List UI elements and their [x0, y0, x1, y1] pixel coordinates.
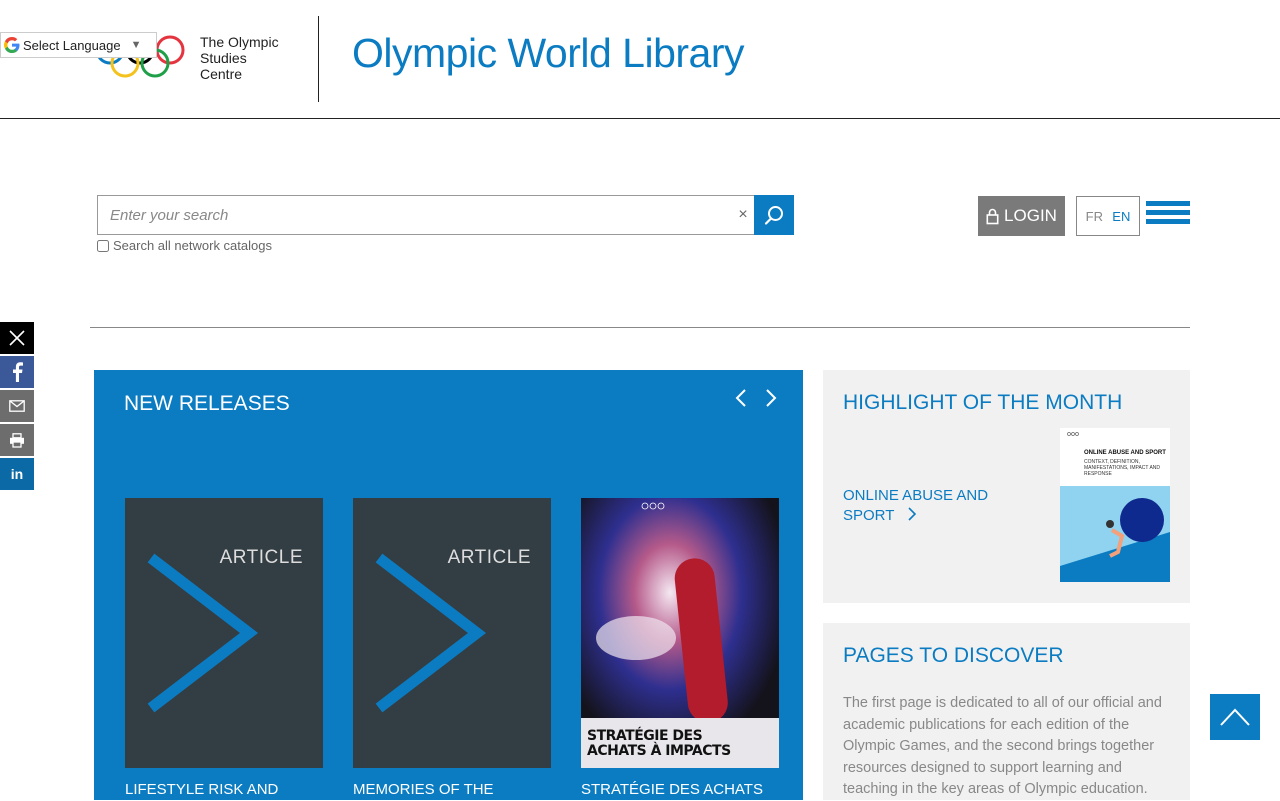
- chevron-right-icon: [908, 507, 917, 521]
- lang-fr-link[interactable]: FR: [1086, 209, 1103, 224]
- menu-icon[interactable]: [1146, 201, 1190, 229]
- highlight-panel: HIGHLIGHT OF THE MONTH ONLINE ABUSE AND …: [823, 370, 1190, 603]
- pages-to-discover-panel: PAGES TO DISCOVER The first page is dedi…: [823, 623, 1190, 800]
- chevron-left-icon[interactable]: [734, 388, 748, 408]
- release-card[interactable]: ARTICLE LIFESTYLE RISK AND: [125, 498, 323, 798]
- clear-search-button[interactable]: ×: [736, 206, 750, 224]
- site-header: The Olympic Studies Centre Olympic World…: [0, 0, 1280, 119]
- release-type: ARTICLE: [219, 547, 303, 568]
- release-cover[interactable]: ARTICLE: [125, 498, 323, 768]
- osc-name-line: Studies: [200, 50, 247, 66]
- release-cover[interactable]: ARTICLE: [353, 498, 551, 768]
- translate-select[interactable]: Select Language ▼: [0, 32, 157, 58]
- share-linkedin-button[interactable]: in: [0, 458, 34, 490]
- highlight-cover-subtitle: CONTEXT, DEFINITION, MANIFESTATIONS, IMP…: [1084, 459, 1161, 477]
- chevron-right-icon[interactable]: [764, 388, 778, 408]
- arrow-up-icon: [1220, 708, 1250, 726]
- network-search-checkbox[interactable]: [97, 239, 109, 252]
- mail-icon: [9, 400, 25, 412]
- login-label: LOGIN: [1004, 206, 1057, 225]
- facebook-icon: [13, 362, 23, 382]
- new-releases-title: NEW RELEASES: [124, 392, 290, 415]
- osc-name: The Olympic Studies Centre: [200, 34, 279, 82]
- dropdown-arrow-icon: ▼: [130, 39, 142, 51]
- lock-icon: [986, 208, 999, 224]
- site-title[interactable]: Olympic World Library: [352, 30, 745, 77]
- release-card[interactable]: ARTICLE MEMORIES OF THE: [353, 498, 551, 798]
- pages-title: PAGES TO DISCOVER: [843, 644, 1064, 667]
- share-facebook-button[interactable]: [0, 356, 34, 388]
- book-cover-title: STRATÉGIE DES ACHATS À IMPACTS: [587, 728, 731, 759]
- search-icon: [764, 206, 783, 225]
- share-x-button[interactable]: [0, 322, 34, 354]
- translate-label: Select Language: [23, 37, 121, 53]
- google-icon: [1, 37, 23, 53]
- language-switcher: FR EN: [1076, 196, 1140, 236]
- release-cover[interactable]: STRATÉGIE DES ACHATS À IMPACTS: [581, 498, 779, 768]
- login-button[interactable]: LOGIN: [978, 196, 1065, 236]
- network-search-option[interactable]: Search all network catalogs: [97, 238, 272, 253]
- chevron-right-icon: [147, 553, 259, 713]
- print-icon: [10, 432, 24, 448]
- release-title[interactable]: STRATÉGIE DES ACHATS: [581, 781, 763, 798]
- lang-en-link[interactable]: EN: [1112, 209, 1130, 224]
- release-title[interactable]: LIFESTYLE RISK AND: [125, 781, 278, 798]
- chevron-right-icon: [375, 553, 487, 713]
- osc-name-line: The Olympic: [200, 34, 279, 50]
- header-divider: [318, 16, 319, 102]
- print-button[interactable]: [0, 424, 34, 456]
- section-divider: [90, 327, 1190, 328]
- release-card[interactable]: STRATÉGIE DES ACHATS À IMPACTS STRATÉGIE…: [581, 498, 779, 798]
- highlight-cover-title: ONLINE ABUSE AND SPORT: [1084, 450, 1166, 456]
- search-button[interactable]: [754, 195, 794, 235]
- release-type: ARTICLE: [447, 547, 531, 568]
- search-input[interactable]: [98, 196, 738, 234]
- osc-name-line: Centre: [200, 66, 243, 82]
- highlight-title: HIGHLIGHT OF THE MONTH: [843, 391, 1123, 414]
- highlight-link[interactable]: ONLINE ABUSE AND SPORT: [843, 486, 1013, 526]
- linkedin-icon: in: [10, 466, 24, 482]
- release-title[interactable]: MEMORIES OF THE: [353, 781, 494, 798]
- search-bar: ×: [97, 195, 794, 235]
- network-search-label: Search all network catalogs: [113, 238, 272, 253]
- share-email-button[interactable]: [0, 390, 34, 422]
- x-icon: [9, 330, 25, 346]
- pages-description: The first page is dedicated to all of ou…: [843, 695, 1162, 797]
- highlight-cover[interactable]: ONLINE ABUSE AND SPORT CONTEXT, DEFINITI…: [1060, 428, 1170, 582]
- new-releases-panel: NEW RELEASES ARTICLE LIFESTYLE RISK AND …: [94, 370, 803, 800]
- back-to-top-button[interactable]: [1210, 694, 1260, 740]
